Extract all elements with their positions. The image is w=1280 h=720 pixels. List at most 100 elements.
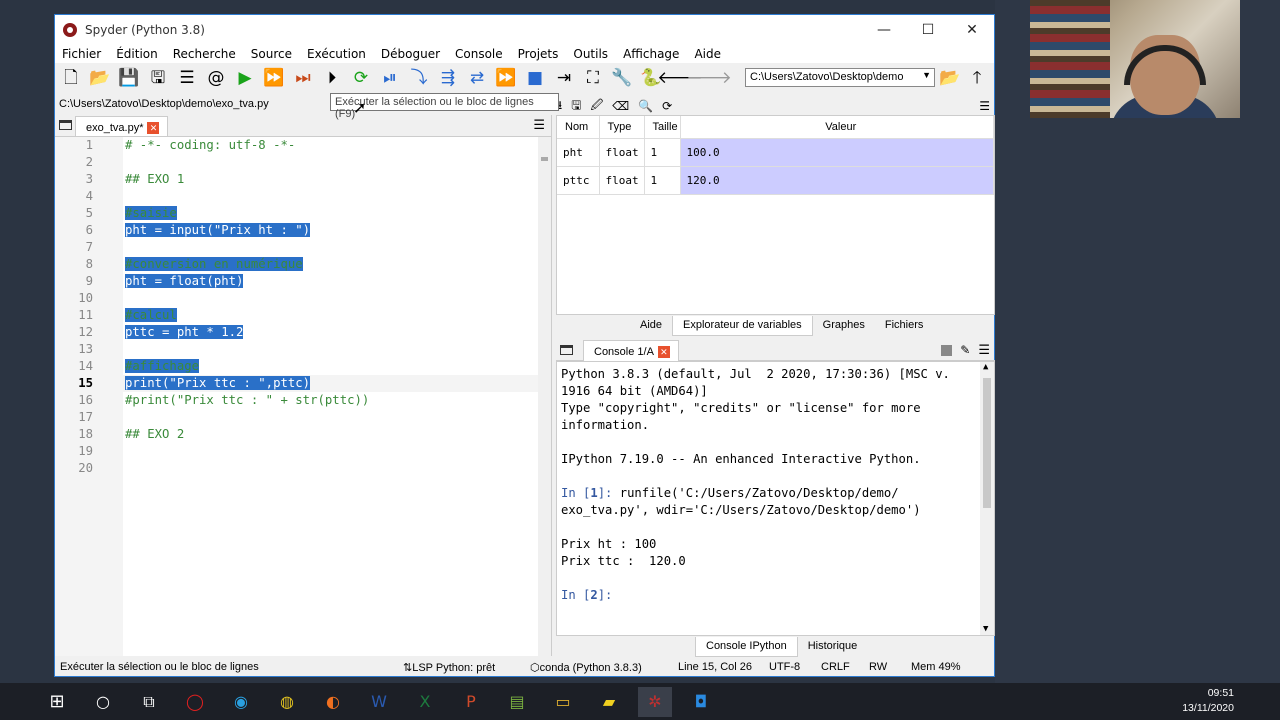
table-row[interactable]: pht float 1 100.0	[557, 138, 994, 167]
code-line[interactable]: 4	[86, 188, 539, 205]
close-console-icon[interactable]: ✕	[657, 346, 670, 358]
code-line[interactable]: 12 pttc = pht * 1.2	[78, 324, 539, 341]
code-line[interactable]: 9 pht = float(pht)	[86, 273, 539, 290]
options-menu-icon[interactable]: ☰	[979, 99, 990, 113]
rerun-icon[interactable]: ⟳	[349, 66, 373, 90]
browse-folder-icon[interactable]: 📂	[938, 66, 962, 90]
code-line[interactable]: 6 pht = input("Prix ht : ")	[86, 222, 539, 239]
step-return-icon[interactable]: ⇄	[465, 66, 489, 90]
code-line[interactable]: 13	[78, 341, 539, 358]
menu-edition[interactable]: Édition	[116, 47, 158, 61]
search-icon[interactable]: 🔍	[638, 99, 653, 113]
ipython-console[interactable]: ▲ ▼ Python 3.8.3 (default, Jul 2 2020, 1…	[556, 361, 995, 636]
windows-start-icon[interactable]: ⊞	[40, 687, 74, 717]
powerpoint-icon[interactable]: P	[454, 687, 488, 717]
code-line[interactable]: 18 ## EXO 2	[78, 426, 539, 443]
editor-scrollbar[interactable]	[538, 137, 551, 656]
debug-icon[interactable]: ⏯	[378, 66, 402, 90]
save-data-as-icon[interactable]: 🖉	[590, 96, 603, 117]
tab-exo-tva[interactable]: exo_tva.py* ✕	[75, 116, 169, 136]
chrome-icon[interactable]: ◍	[270, 687, 304, 717]
tab-fichiers[interactable]: Fichiers	[875, 316, 934, 336]
menu-deboguer[interactable]: Déboguer	[381, 47, 440, 61]
interrupt-kernel-icon[interactable]	[941, 344, 953, 356]
column-header-taille[interactable]: Taille	[644, 116, 681, 139]
preferences-icon[interactable]: 🔧	[610, 66, 634, 90]
column-header-type[interactable]: Type	[599, 116, 645, 139]
menu-outils[interactable]: Outils	[573, 47, 608, 61]
open-folder-icon[interactable]: 📂	[88, 66, 112, 90]
excel-icon[interactable]: X	[408, 687, 442, 717]
stop-debug-icon[interactable]: ■	[523, 66, 547, 90]
menu-console[interactable]: Console	[455, 47, 503, 61]
code-line[interactable]: 16 #print("Prix ttc : " + str(pttc))	[78, 392, 539, 409]
run-cell-advance-icon[interactable]: ⏭	[291, 66, 315, 90]
firefox-icon[interactable]: ◐	[316, 687, 350, 717]
maximize-pane-icon[interactable]: ⇥	[552, 66, 576, 90]
menu-fichier[interactable]: Fichier	[62, 47, 101, 61]
table-row[interactable]: pttc float 1 120.0	[557, 166, 994, 195]
forward-arrow-icon[interactable]: 🡒	[686, 66, 732, 90]
save-data-icon[interactable]: 🖫	[571, 96, 581, 117]
tab-graphes[interactable]: Graphes	[813, 316, 875, 336]
menu-aide[interactable]: Aide	[694, 47, 721, 61]
clear-console-icon[interactable]: ✎	[960, 343, 970, 357]
console-scrollbar[interactable]: ▲ ▼	[980, 362, 994, 635]
search-circle-icon[interactable]: ○	[86, 687, 120, 717]
tab-variable-explorer[interactable]: Explorateur de variables	[672, 316, 813, 336]
file-browse-icon[interactable]	[59, 120, 72, 130]
code-line[interactable]: 20	[78, 460, 539, 477]
save-all-icon[interactable]: 🖫	[146, 66, 170, 90]
code-line[interactable]: 15 print("Prix ttc : ",pttc)	[78, 375, 539, 392]
continue-icon[interactable]: ⏩	[494, 66, 518, 90]
opera-icon[interactable]: ◯	[178, 687, 212, 717]
tab-aide[interactable]: Aide	[630, 316, 672, 336]
code-line[interactable]: 14 #affichage	[78, 358, 539, 375]
column-header-valeur[interactable]: Valeur	[680, 116, 994, 139]
new-file-icon[interactable]: 🗋	[59, 66, 83, 90]
list-icon[interactable]: ☰	[175, 66, 199, 90]
edge-icon[interactable]: ◉	[224, 687, 258, 717]
sticky-notes-icon[interactable]: ▰	[592, 687, 626, 717]
notepad-icon[interactable]: ▤	[500, 687, 534, 717]
zoom-icon[interactable]: ◘	[684, 687, 718, 717]
menu-projets[interactable]: Projets	[518, 47, 559, 61]
editor-options-icon[interactable]: ☰	[533, 118, 545, 133]
menu-source[interactable]: Source	[251, 47, 292, 61]
tab-console-1a[interactable]: Console 1/A ✕	[583, 339, 679, 361]
at-sign-icon[interactable]: @	[204, 66, 228, 90]
code-line[interactable]: 1 # -*- coding: utf-8 -*-	[86, 137, 539, 154]
scroll-up-icon[interactable]: ▲	[983, 362, 988, 372]
fullscreen-icon[interactable]: ⛶	[581, 66, 605, 90]
spyder-taskbar-icon[interactable]: ✲	[638, 686, 672, 717]
code-line[interactable]: 7	[86, 239, 539, 256]
run-icon[interactable]: ▶	[233, 66, 257, 90]
code-editor[interactable]: 1 # -*- coding: utf-8 -*- 2 3 ## EXO 1 4 5 #sai…	[78, 137, 539, 656]
code-line[interactable]: 3 ## EXO 1	[86, 171, 539, 188]
console-browse-icon[interactable]	[560, 345, 573, 355]
code-line[interactable]: 5 #saisie	[86, 205, 539, 222]
refresh-icon[interactable]: ⟳	[662, 99, 672, 113]
code-line[interactable]: 2	[86, 154, 539, 171]
code-line[interactable]: 17	[78, 409, 539, 426]
working-directory-combo[interactable]: C:\Users\Zatovo\Desktop\demo ▼	[745, 68, 935, 87]
erase-icon[interactable]: ⌫	[612, 99, 629, 113]
menu-execution[interactable]: Exécution	[307, 47, 366, 61]
parent-directory-icon[interactable]: 🡑	[965, 66, 989, 90]
system-clock[interactable]: 09:51 13/11/2020	[1182, 686, 1234, 716]
scroll-down-icon[interactable]: ▼	[983, 624, 988, 634]
close-tab-icon[interactable]: ✕	[147, 122, 160, 134]
minimize-button[interactable]: —	[862, 22, 906, 38]
code-line[interactable]: 8 #conversion en numérique	[86, 256, 539, 273]
chevron-down-icon[interactable]: ▼	[922, 70, 931, 80]
step-into-icon[interactable]: ⇶	[436, 66, 460, 90]
maximize-button[interactable]: ☐	[906, 22, 950, 38]
menu-recherche[interactable]: Recherche	[173, 47, 236, 61]
run-cell-icon[interactable]: ⏩	[262, 66, 286, 90]
column-header-nom[interactable]: Nom	[557, 116, 600, 139]
word-icon[interactable]: W	[362, 687, 396, 717]
close-button[interactable]: ✕	[950, 22, 994, 38]
console-options-icon[interactable]: ☰	[978, 343, 990, 358]
file-explorer-icon[interactable]: ▭	[546, 687, 580, 717]
step-icon[interactable]: ⤵	[407, 66, 431, 90]
